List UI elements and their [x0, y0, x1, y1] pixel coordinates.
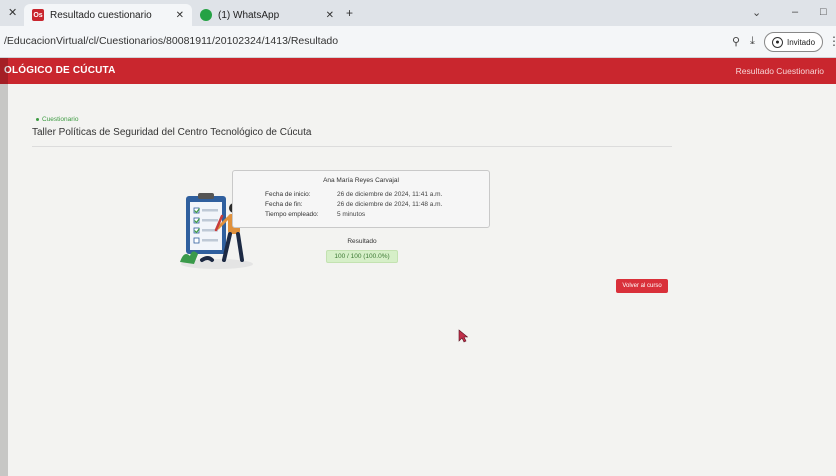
mouse-cursor-icon	[458, 329, 468, 343]
chevron-down-icon[interactable]: ⌄	[752, 6, 761, 19]
divider	[32, 146, 672, 147]
site-favicon-icon: Os	[32, 9, 44, 21]
tab-whatsapp[interactable]: (1) WhatsApp ✕	[192, 4, 342, 26]
time-spent-value: 5 minutos	[337, 211, 366, 218]
whatsapp-icon	[200, 9, 212, 21]
breadcrumb-label: Cuestionario	[42, 116, 79, 123]
start-date-value: 26 de diciembre de 2024, 11:41 a.m.	[337, 191, 443, 198]
end-date-value: 26 de diciembre de 2024, 11:48 a.m.	[337, 201, 443, 208]
screen-edge-shadow	[0, 58, 8, 476]
person-icon: ●	[772, 36, 783, 48]
back-to-course-button[interactable]: Volver al curso	[616, 279, 668, 293]
student-name: Ana María Reyes Carvajal	[323, 177, 399, 184]
new-tab-icon[interactable]: +	[346, 6, 353, 20]
profile-label: Invitado	[787, 37, 816, 47]
tab-close-icon[interactable]: ✕	[176, 10, 184, 21]
profile-button[interactable]: ● Invitado	[764, 32, 824, 52]
browser-tab-strip: ✕ Os Resultado cuestionario ✕ (1) WhatsA…	[0, 0, 836, 26]
tab-close-icon[interactable]: ✕	[326, 10, 334, 21]
close-icon[interactable]: ✕	[8, 6, 17, 19]
tab-title: Resultado cuestionario	[50, 9, 152, 21]
url-input[interactable]: /EducacionVirtual/cl/Cuestionarios/80081…	[4, 35, 338, 47]
result-label: Resultado	[347, 238, 377, 245]
brand-title: OLÓGICO DE CÚCUTA	[4, 65, 116, 76]
download-icon[interactable]: ⤓	[750, 35, 755, 48]
address-bar: /EducacionVirtual/cl/Cuestionarios/80081…	[0, 26, 836, 58]
attempt-info-card: Ana María Reyes Carvajal Fecha de inicio…	[232, 170, 490, 228]
minimize-icon[interactable]: –	[792, 6, 798, 18]
score-badge: 100 / 100 (100.0%)	[326, 250, 398, 263]
end-date-label: Fecha de fin:	[265, 201, 303, 208]
tab-resultado-cuestionario[interactable]: Os Resultado cuestionario ✕	[24, 4, 192, 26]
maximize-icon[interactable]: □	[820, 6, 827, 18]
search-icon[interactable]: ⚲	[732, 35, 740, 48]
page-content: Cuestionario Taller Políticas de Segurid…	[0, 84, 836, 476]
bullet-icon	[36, 117, 39, 121]
page-title: Taller Políticas de Seguridad del Centro…	[32, 127, 312, 138]
header-link-resultado[interactable]: Resultado Cuestionario	[736, 66, 824, 76]
tab-title: (1) WhatsApp	[218, 9, 280, 21]
site-header: OLÓGICO DE CÚCUTA Resultado Cuestionario	[0, 58, 836, 84]
start-date-label: Fecha de inicio:	[265, 191, 311, 198]
time-spent-label: Tiempo empleado:	[265, 211, 319, 218]
breadcrumb[interactable]: Cuestionario	[36, 116, 79, 123]
menu-icon[interactable]: ⋮	[828, 34, 836, 48]
